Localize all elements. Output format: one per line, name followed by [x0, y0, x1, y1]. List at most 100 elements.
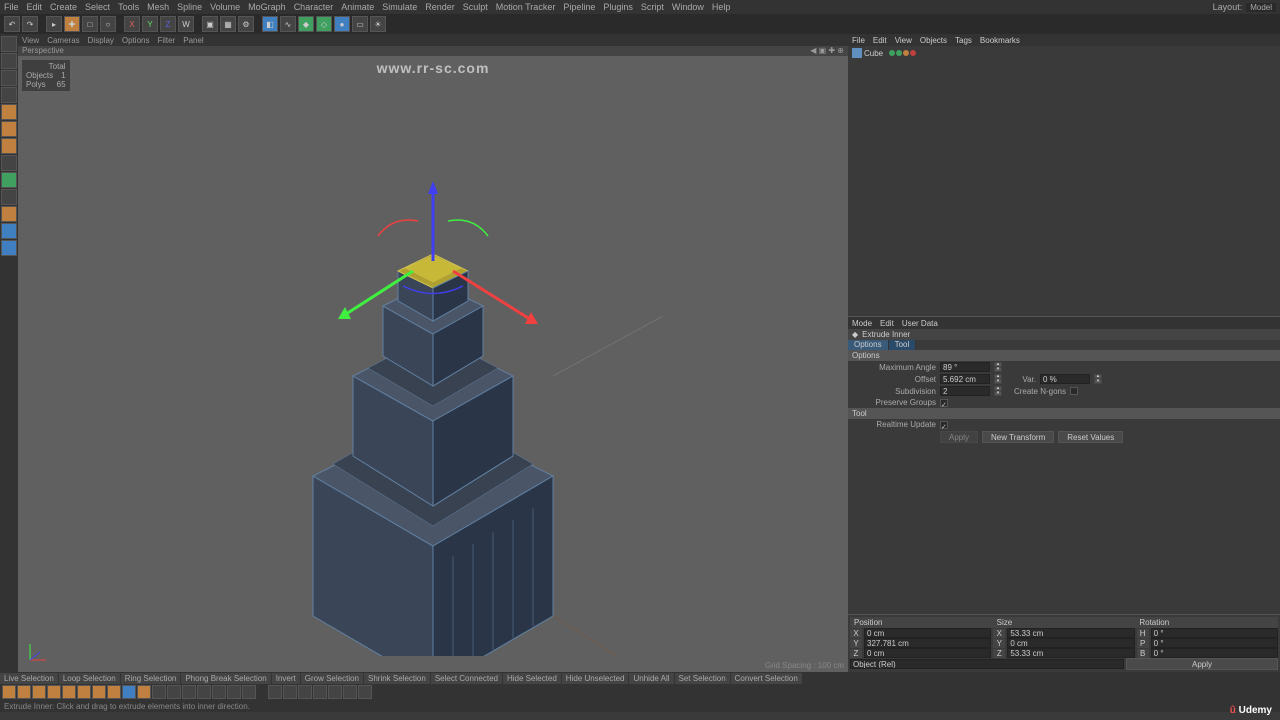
- tag-close-icon[interactable]: [910, 50, 916, 56]
- brush-icon[interactable]: [32, 685, 46, 699]
- world-axis-icon[interactable]: W: [178, 16, 194, 32]
- select-icon[interactable]: ▸: [46, 16, 62, 32]
- menu-tools[interactable]: Tools: [118, 2, 139, 12]
- viewport-3d[interactable]: Total Objects1 Polys65: [18, 56, 848, 672]
- stitch-icon[interactable]: [227, 685, 241, 699]
- vp-options[interactable]: Options: [122, 36, 150, 45]
- menu-spline[interactable]: Spline: [177, 2, 202, 12]
- menu-sculpt[interactable]: Sculpt: [463, 2, 488, 12]
- am-edit[interactable]: Edit: [880, 319, 894, 328]
- rotate-icon[interactable]: ○: [100, 16, 116, 32]
- point-mode-icon[interactable]: [1, 104, 17, 120]
- polygon-mode-icon[interactable]: [1, 138, 17, 154]
- move-icon[interactable]: ✚: [64, 16, 80, 32]
- z-size-input[interactable]: [1007, 648, 1134, 658]
- line-cut-icon[interactable]: [77, 685, 91, 699]
- scale-icon[interactable]: □: [82, 16, 98, 32]
- vp-cameras[interactable]: Cameras: [47, 36, 79, 45]
- subdivide-icon[interactable]: [298, 685, 312, 699]
- menu-mesh[interactable]: Mesh: [147, 2, 169, 12]
- menu-mograph[interactable]: MoGraph: [248, 2, 286, 12]
- slide-icon[interactable]: [197, 685, 211, 699]
- var-input[interactable]: [1040, 374, 1090, 384]
- hide-selected-button[interactable]: Hide Selected: [503, 673, 561, 684]
- bridge-icon[interactable]: [17, 685, 31, 699]
- snap-icon[interactable]: [1, 189, 17, 205]
- optimize-icon[interactable]: [283, 685, 297, 699]
- x-axis-icon[interactable]: X: [124, 16, 140, 32]
- redo-icon[interactable]: ↷: [22, 16, 38, 32]
- realtime-checkbox[interactable]: [940, 421, 948, 429]
- visibility-render-icon[interactable]: [896, 50, 902, 56]
- model-mode-icon[interactable]: [1, 53, 17, 69]
- spline-icon[interactable]: ∿: [280, 16, 296, 32]
- workplane-snap-icon[interactable]: [1, 206, 17, 222]
- render-icon[interactable]: ▣: [202, 16, 218, 32]
- texture-mode-icon[interactable]: [1, 70, 17, 86]
- extrude-icon[interactable]: [122, 685, 136, 699]
- p-rot-input[interactable]: [1151, 638, 1278, 648]
- axis-mode-icon[interactable]: [1, 155, 17, 171]
- ring-selection-button[interactable]: Ring Selection: [121, 673, 181, 684]
- camera-icon[interactable]: ▭: [352, 16, 368, 32]
- om-bookmarks[interactable]: Bookmarks: [980, 36, 1020, 45]
- poly-pen-icon[interactable]: [62, 685, 76, 699]
- offset-input[interactable]: [940, 374, 990, 384]
- hide-unselected-button[interactable]: Hide Unselected: [562, 673, 629, 684]
- live-selection-button[interactable]: Live Selection: [0, 673, 58, 684]
- array-icon[interactable]: [358, 685, 372, 699]
- deformer-icon[interactable]: ◇: [316, 16, 332, 32]
- x-pos-input[interactable]: [864, 628, 991, 638]
- om-view[interactable]: View: [895, 36, 912, 45]
- grow-selection-button[interactable]: Grow Selection: [301, 673, 363, 684]
- melt-icon[interactable]: [343, 685, 357, 699]
- var-spinner[interactable]: ▴▾: [1094, 374, 1102, 384]
- vp-filter[interactable]: Filter: [157, 36, 175, 45]
- coords-apply-button[interactable]: Apply: [1126, 658, 1278, 670]
- x-size-input[interactable]: [1007, 628, 1134, 638]
- om-tags[interactable]: Tags: [955, 36, 972, 45]
- bevel-icon[interactable]: [212, 685, 226, 699]
- z-pos-input[interactable]: [864, 648, 991, 658]
- close-hole-icon[interactable]: [47, 685, 61, 699]
- workplane-icon[interactable]: [1, 87, 17, 103]
- unhide-all-button[interactable]: Unhide All: [629, 673, 673, 684]
- render-settings-icon[interactable]: ⚙: [238, 16, 254, 32]
- tweak-icon[interactable]: [1, 172, 17, 188]
- om-edit[interactable]: Edit: [873, 36, 887, 45]
- object-mode-dropdown[interactable]: [850, 659, 1124, 669]
- weld-icon[interactable]: [242, 685, 256, 699]
- y-axis-icon[interactable]: Y: [142, 16, 158, 32]
- locked-workplane-icon[interactable]: [1, 223, 17, 239]
- am-userdata[interactable]: User Data: [902, 319, 938, 328]
- preserve-checkbox[interactable]: [940, 399, 948, 407]
- vp-display[interactable]: Display: [88, 36, 114, 45]
- z-axis-icon[interactable]: Z: [160, 16, 176, 32]
- new-transform-button[interactable]: New Transform: [982, 431, 1054, 443]
- offset-spinner[interactable]: ▴▾: [994, 374, 1002, 384]
- menu-character[interactable]: Character: [294, 2, 334, 12]
- am-mode[interactable]: Mode: [852, 319, 872, 328]
- vp-panel[interactable]: Panel: [183, 36, 203, 45]
- viewport-nav-icons[interactable]: ◀ ▣ ✚ ⊕: [810, 46, 844, 56]
- render-region-icon[interactable]: ▦: [220, 16, 236, 32]
- apply-button[interactable]: Apply: [940, 431, 978, 443]
- create-point-icon[interactable]: [2, 685, 16, 699]
- primitive-cube-icon[interactable]: ◧: [262, 16, 278, 32]
- om-objects[interactable]: Objects: [920, 36, 947, 45]
- menu-script[interactable]: Script: [641, 2, 664, 12]
- magnet-icon[interactable]: [167, 685, 181, 699]
- menu-render[interactable]: Render: [425, 2, 455, 12]
- extrude-inner-icon[interactable]: [137, 685, 151, 699]
- environment-icon[interactable]: ●: [334, 16, 350, 32]
- plane-cut-icon[interactable]: [92, 685, 106, 699]
- menu-volume[interactable]: Volume: [210, 2, 240, 12]
- undo-icon[interactable]: ↶: [4, 16, 20, 32]
- menu-animate[interactable]: Animate: [341, 2, 374, 12]
- om-file[interactable]: File: [852, 36, 865, 45]
- tab-options[interactable]: Options: [848, 340, 889, 350]
- subdiv-spinner[interactable]: ▴▾: [994, 386, 1002, 396]
- make-editable-icon[interactable]: [1, 36, 17, 52]
- menu-file[interactable]: File: [4, 2, 19, 12]
- ngons-checkbox[interactable]: [1070, 387, 1078, 395]
